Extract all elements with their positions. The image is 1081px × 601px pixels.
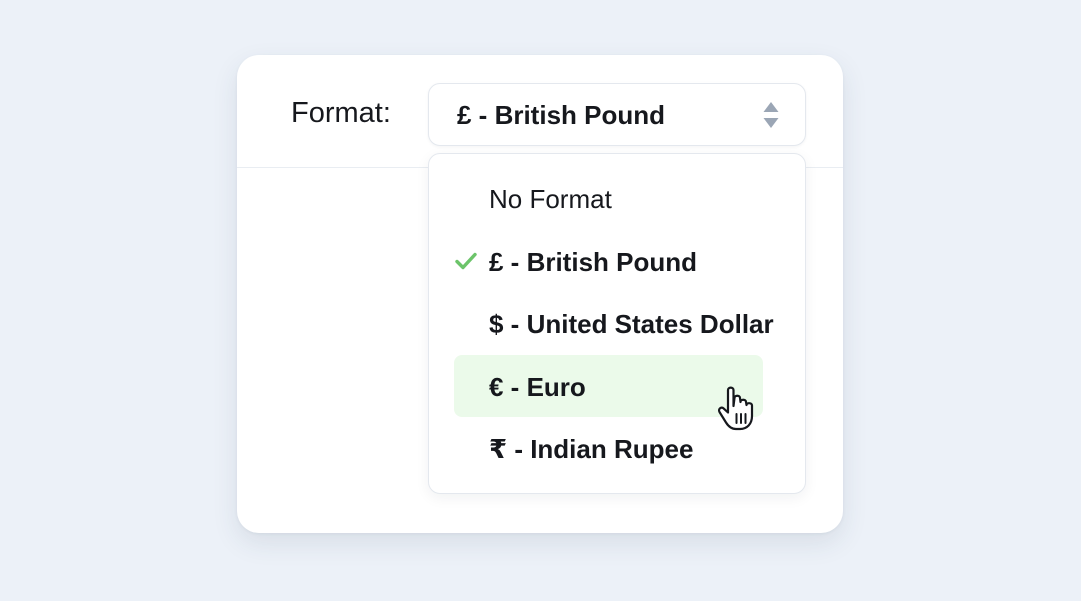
- option-label: € - Euro: [489, 372, 586, 402]
- option-label: $ - United States Dollar: [489, 309, 774, 339]
- option-no-format[interactable]: No Format: [454, 167, 763, 229]
- option-label: £ - British Pound: [489, 247, 697, 277]
- format-select[interactable]: £ - British Pound: [428, 83, 806, 146]
- sort-arrows-icon: [763, 102, 779, 128]
- format-dropdown-menu: No Format £ - British Pound $ - United S…: [428, 153, 806, 494]
- option-label: No Format: [489, 184, 612, 214]
- format-label: Format:: [291, 97, 391, 129]
- format-select-value: £ - British Pound: [457, 100, 665, 130]
- hand-pointer-cursor-icon: [717, 386, 754, 431]
- option-british-pound[interactable]: £ - British Pound: [454, 230, 763, 292]
- checkmark-icon: [455, 252, 477, 270]
- option-us-dollar[interactable]: $ - United States Dollar: [454, 292, 774, 354]
- option-label: ₹ - Indian Rupee: [489, 434, 694, 464]
